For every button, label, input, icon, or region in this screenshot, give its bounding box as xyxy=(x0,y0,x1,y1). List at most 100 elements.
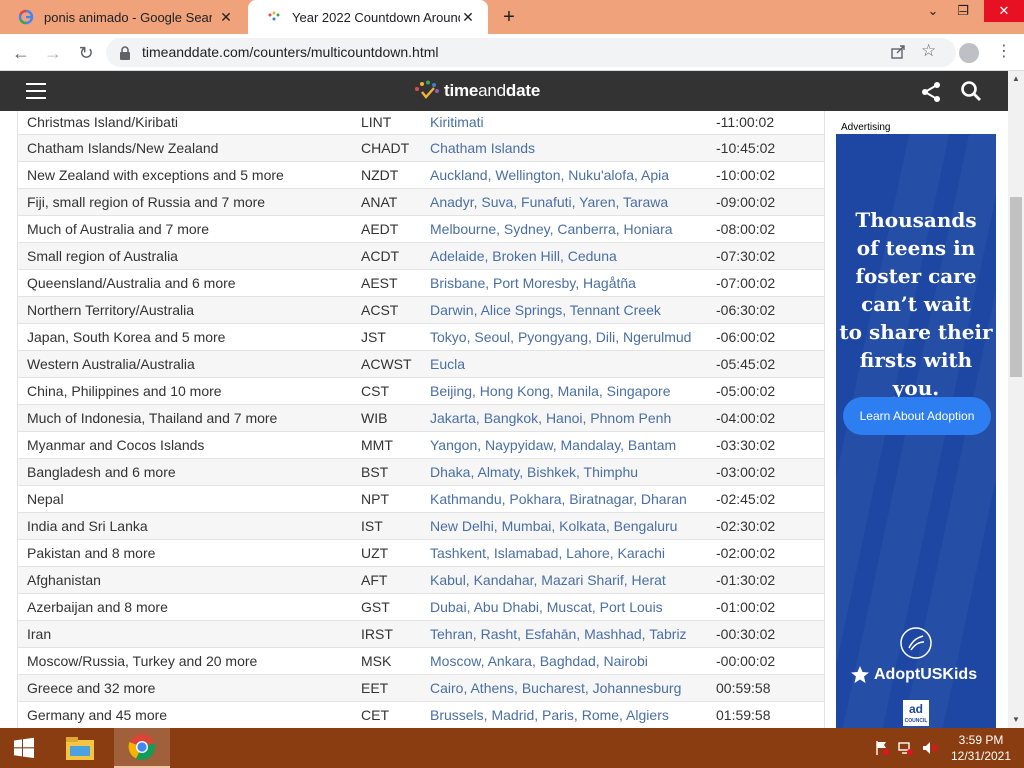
cities-link[interactable]: Jakarta, Bangkok, Hanoi, Phnom Penh xyxy=(430,410,671,426)
region-cell: Azerbaijan and 8 more xyxy=(27,599,168,615)
timezone-abbr-cell: CET xyxy=(361,707,389,723)
region-cell: Japan, South Korea and 5 more xyxy=(27,329,226,345)
clock-time: 3:59 PM xyxy=(958,733,1004,747)
hamburger-menu-icon[interactable] xyxy=(26,83,46,99)
countdown-time-cell: -06:00:02 xyxy=(716,329,776,345)
table-row: Small region of Australia ACDT Adelaide,… xyxy=(18,243,824,270)
cities-link[interactable]: Brussels, Madrid, Paris, Rome, Algiers xyxy=(430,707,669,723)
adoption-ad-banner[interactable]: Thousands of teens in foster care can’t … xyxy=(836,134,996,728)
site-header: timeanddate xyxy=(0,71,1008,111)
share-page-icon[interactable] xyxy=(890,44,906,60)
table-row: Christmas Island/Kiribati LINT Kiritimat… xyxy=(18,111,824,135)
flag-icon[interactable] xyxy=(874,740,890,756)
region-cell: Much of Indonesia, Thailand and 7 more xyxy=(27,410,278,426)
countdown-time-cell: -05:45:02 xyxy=(716,356,776,372)
scrollbar-thumb[interactable] xyxy=(1010,197,1022,377)
close-window-icon[interactable]: ✕ xyxy=(984,0,1024,22)
countdown-time-cell: -10:45:02 xyxy=(716,140,776,156)
lock-icon xyxy=(118,45,132,61)
profile-avatar[interactable] xyxy=(959,43,979,63)
table-row: Myanmar and Cocos Islands MMT Yangon, Na… xyxy=(18,432,824,459)
cities-link[interactable]: Brisbane, Port Moresby, Hagåtña xyxy=(430,275,636,291)
table-row: Germany and 45 more CET Brussels, Madrid… xyxy=(18,702,824,728)
timezone-abbr-cell: EET xyxy=(361,680,389,696)
tab-year-2022-countdown[interactable]: Year 2022 Countdown Around The ✕ xyxy=(248,0,488,34)
cities-link[interactable]: Beijing, Hong Kong, Manila, Singapore xyxy=(430,383,671,399)
tab-google-search[interactable]: ponis animado - Google Search ✕ xyxy=(0,0,246,34)
cities-link[interactable]: Yangon, Naypyidaw, Mandalay, Bantam xyxy=(430,437,676,453)
cities-link[interactable]: Adelaide, Broken Hill, Ceduna xyxy=(430,248,617,264)
share-icon[interactable] xyxy=(920,81,942,103)
region-cell: Bangladesh and 6 more xyxy=(27,464,176,480)
table-row: Fiji, small region of Russia and 7 more … xyxy=(18,189,824,216)
timezone-abbr-cell: IRST xyxy=(361,626,393,642)
timezone-abbr-cell: WIB xyxy=(361,410,388,426)
table-row: Northern Territory/Australia ACST Darwin… xyxy=(18,297,824,324)
bookmark-star-icon[interactable]: ☆ xyxy=(921,41,936,61)
cities-link[interactable]: Moscow, Ankara, Baghdad, Nairobi xyxy=(430,653,648,669)
cities-link[interactable]: Kathmandu, Pokhara, Biratnagar, Dharan xyxy=(430,491,687,507)
learn-about-adoption-button[interactable]: Learn About Adoption xyxy=(843,397,991,435)
countdown-time-cell: -08:00:02 xyxy=(716,221,776,237)
region-cell: Fiji, small region of Russia and 7 more xyxy=(27,194,266,210)
timezone-abbr-cell: ACDT xyxy=(361,248,400,264)
cities-link[interactable]: Tehran, Rasht, Esfahān, Mashhad, Tabriz xyxy=(430,626,687,642)
timeanddate-logo[interactable]: timeanddate xyxy=(414,80,540,102)
timezone-abbr-cell: AEST xyxy=(361,275,398,291)
table-row: Azerbaijan and 8 more GST Dubai, Abu Dha… xyxy=(18,594,824,621)
system-clock[interactable]: 3:59 PM 12/31/2021 xyxy=(948,732,1014,764)
region-cell: Iran xyxy=(27,626,52,642)
scroll-up-arrow-icon[interactable]: ▲ xyxy=(1008,71,1024,87)
logo-mark-icon xyxy=(415,80,439,99)
table-row: China, Philippines and 10 more CST Beiji… xyxy=(18,378,824,405)
browser-toolbar: ← → ↻ timeanddate.com/counters/multicoun… xyxy=(0,34,1024,71)
region-cell: Afghanistan xyxy=(27,572,101,588)
reload-icon[interactable]: ↻ xyxy=(75,42,97,64)
search-icon[interactable] xyxy=(960,80,982,102)
cities-link[interactable]: Melbourne, Sydney, Canberra, Honiara xyxy=(430,221,673,237)
file-explorer-icon[interactable] xyxy=(52,728,108,768)
page-scrollbar[interactable]: ▲ ▼ xyxy=(1008,71,1024,728)
chrome-icon[interactable] xyxy=(114,728,170,768)
cities-link[interactable]: Auckland, Wellington, Nuku'alofa, Apia xyxy=(430,167,669,183)
cities-link[interactable]: Kabul, Kandahar, Mazari Sharif, Herat xyxy=(430,572,666,588)
countdown-time-cell: -09:00:02 xyxy=(716,194,776,210)
countdown-time-cell: -02:30:02 xyxy=(716,518,776,534)
network-icon[interactable] xyxy=(898,740,914,756)
forward-icon[interactable]: → xyxy=(42,42,64,64)
countdown-time-cell: -07:30:02 xyxy=(716,248,776,264)
cities-link[interactable]: New Delhi, Mumbai, Kolkata, Bengaluru xyxy=(430,518,677,534)
region-cell: Small region of Australia xyxy=(27,248,178,264)
cities-link[interactable]: Darwin, Alice Springs, Tennant Creek xyxy=(430,302,661,318)
cities-link[interactable]: Chatham Islands xyxy=(430,140,535,156)
menu-kebab-icon[interactable]: ⋮ xyxy=(996,41,1012,61)
table-row: Nepal NPT Kathmandu, Pokhara, Biratnagar… xyxy=(18,486,824,513)
windows-start-icon[interactable] xyxy=(0,728,48,768)
clock-date: 12/31/2021 xyxy=(950,749,1012,763)
timezone-abbr-cell: AEDT xyxy=(361,221,399,237)
countdown-time-cell: -02:00:02 xyxy=(716,545,776,561)
new-tab-icon[interactable]: + xyxy=(498,6,520,28)
table-row: Bangladesh and 6 more BST Dhaka, Almaty,… xyxy=(18,459,824,486)
cities-link[interactable]: Dhaka, Almaty, Bishkek, Thimphu xyxy=(430,464,638,480)
table-row: Pakistan and 8 more UZT Tashkent, Islama… xyxy=(18,540,824,567)
cities-link[interactable]: Anadyr, Suva, Funafuti, Yaren, Tarawa xyxy=(430,194,668,210)
cities-link[interactable]: Eucla xyxy=(430,356,465,372)
cities-link[interactable]: Cairo, Athens, Bucharest, Johannesburg xyxy=(430,680,681,696)
close-tab-icon[interactable]: ✕ xyxy=(218,9,234,25)
cities-link[interactable]: Kiritimati xyxy=(430,114,484,130)
region-cell: Myanmar and Cocos Islands xyxy=(27,437,205,453)
close-tab-icon[interactable]: ✕ xyxy=(460,9,476,25)
scroll-down-arrow-icon[interactable]: ▼ xyxy=(1008,712,1024,728)
volume-muted-icon[interactable] xyxy=(922,740,938,756)
url-text: timeanddate.com/counters/multicountdown.… xyxy=(142,44,439,60)
chevron-down-icon[interactable]: ⌄ xyxy=(918,0,948,22)
back-icon[interactable]: ← xyxy=(10,42,32,64)
cities-link[interactable]: Dubai, Abu Dhabi, Muscat, Port Louis xyxy=(430,599,663,615)
cities-link[interactable]: Tashkent, Islamabad, Lahore, Karachi xyxy=(430,545,665,561)
maximize-icon[interactable]: ❐ xyxy=(948,0,978,22)
timezone-abbr-cell: MMT xyxy=(361,437,393,453)
region-cell: Western Australia/Australia xyxy=(27,356,195,372)
address-bar[interactable]: timeanddate.com/counters/multicountdown.… xyxy=(106,38,956,67)
cities-link[interactable]: Tokyo, Seoul, Pyongyang, Dili, Ngerulmud xyxy=(430,329,691,345)
